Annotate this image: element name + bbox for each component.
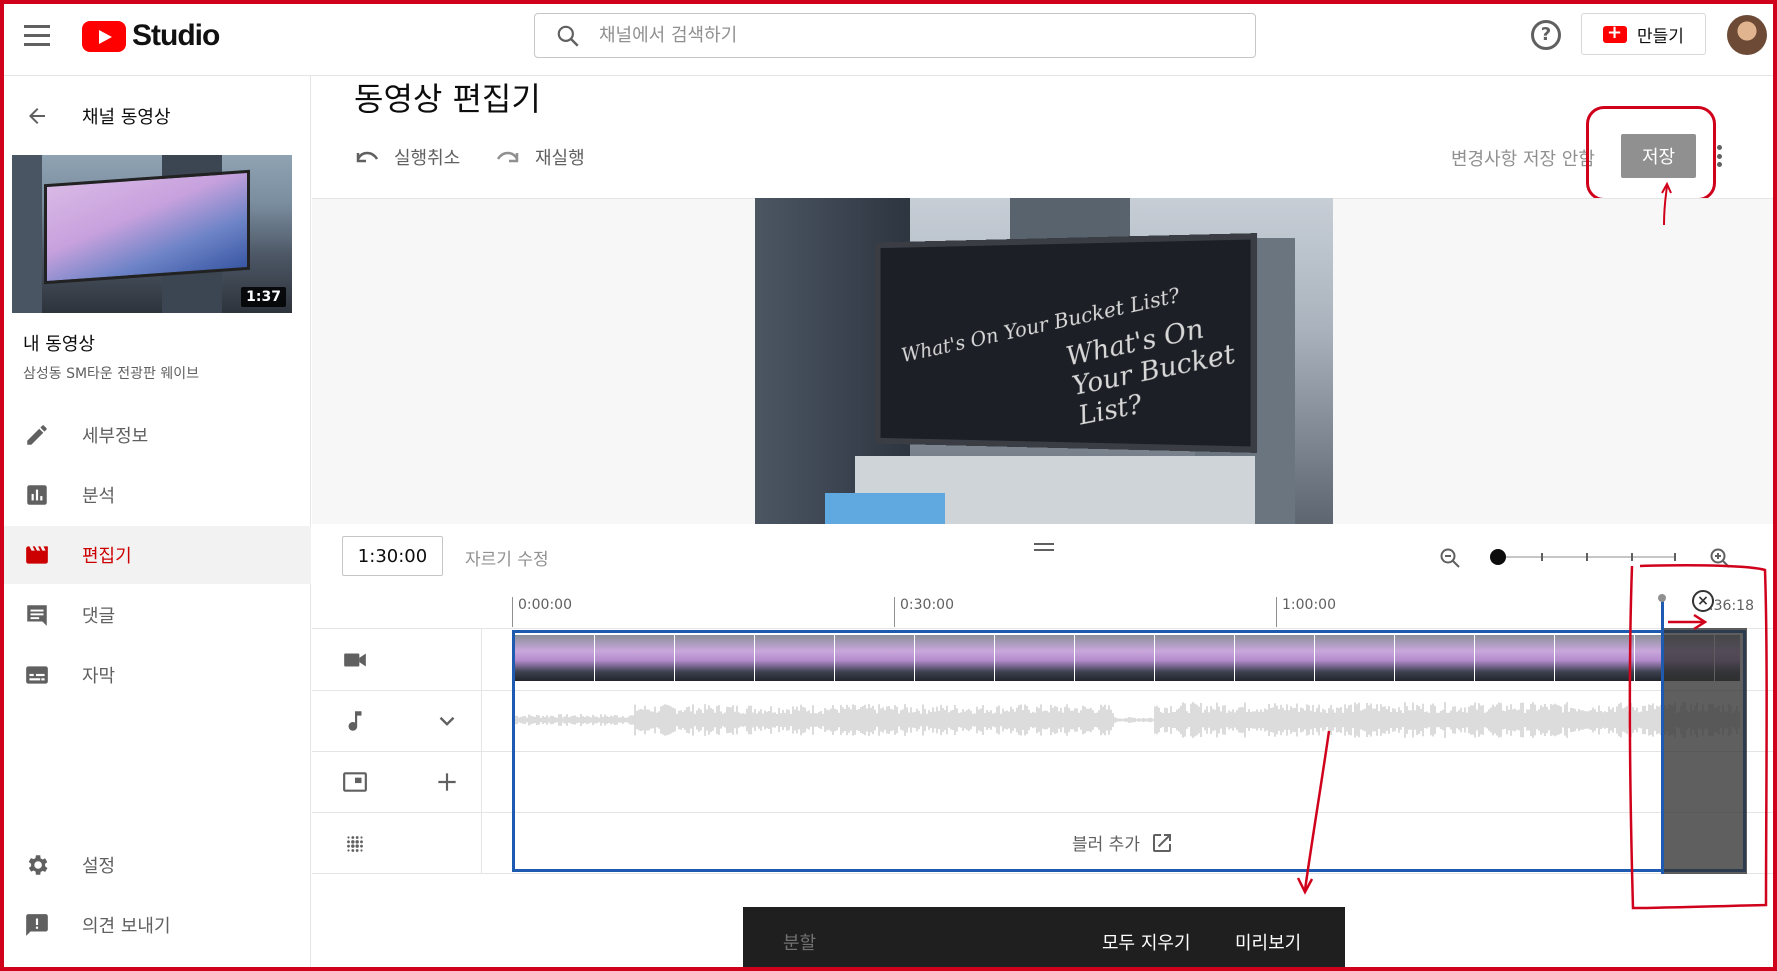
playhead-marker[interactable] [1658, 594, 1666, 602]
end-screen-icon[interactable] [342, 769, 368, 795]
duration-badge: 1:37 [241, 287, 286, 307]
back-label: 채널 동영상 [82, 103, 171, 129]
undo-button[interactable]: 실행취소 [354, 144, 460, 170]
top-bar: Studio ? 만들기 [0, 0, 1777, 76]
search-icon [555, 23, 581, 49]
sidebar-item-label: 편집기 [82, 542, 132, 568]
trimmed-region [1663, 628, 1747, 874]
undo-icon [354, 147, 380, 167]
ruler-mark: 0:30:00 [894, 597, 954, 627]
sidebar-item-details[interactable]: 세부정보 [0, 406, 311, 464]
split-button[interactable]: 분할 [783, 929, 816, 955]
annotation-circle-save [1586, 106, 1716, 201]
sidebar-item-label: 댓글 [82, 602, 115, 628]
clapperboard-icon [24, 542, 50, 568]
video-billboard: What's On Your Bucket List? What's On Yo… [875, 233, 1257, 453]
subtitles-icon [24, 662, 50, 688]
page-title: 동영상 편집기 [354, 74, 541, 120]
video-preview[interactable]: What's On Your Bucket List? What's On Yo… [755, 198, 1333, 524]
sidebar-item-editor[interactable]: 편집기 [0, 526, 311, 584]
create-label: 만들기 [1637, 22, 1684, 47]
sidebar-item-comments[interactable]: 댓글 [0, 586, 311, 644]
zoom-out-icon[interactable] [1438, 546, 1462, 570]
trim-handle-right[interactable] [1661, 600, 1664, 874]
comment-icon [24, 602, 50, 628]
avatar[interactable] [1727, 15, 1767, 55]
help-icon[interactable]: ? [1531, 20, 1561, 50]
music-note-icon[interactable] [342, 708, 368, 734]
sidebar-item-label: 자막 [82, 662, 115, 688]
feedback-icon [24, 912, 50, 938]
my-video-label: 내 동영상 [23, 330, 95, 356]
blur-icon [342, 831, 368, 857]
analytics-icon [24, 482, 50, 508]
sidebar: 채널 동영상 1:37 내 동영상 삼성동 SM타운 전광판 웨이브 세부정보 … [0, 76, 311, 971]
add-icon[interactable] [434, 769, 460, 795]
ruler-mark: 1:00:00 [1276, 597, 1336, 627]
back-to-channel-videos[interactable]: 채널 동영상 [0, 96, 311, 136]
edit-trim-button[interactable]: 자르기 수정 [465, 545, 549, 570]
sidebar-item-settings[interactable]: 설정 [0, 836, 311, 894]
clear-all-button[interactable]: 모두 지우기 [1102, 929, 1191, 955]
undo-label: 실행취소 [394, 144, 460, 170]
video-thumbnail[interactable]: 1:37 [12, 155, 292, 313]
sidebar-item-label: 설정 [82, 852, 115, 878]
preview-button[interactable]: 미리보기 [1235, 929, 1301, 955]
search-box[interactable] [534, 13, 1256, 58]
zoom-in-icon[interactable] [1708, 546, 1732, 570]
trim-selection-box[interactable] [512, 630, 1746, 872]
redo-button[interactable]: 재실행 [495, 144, 585, 170]
video-title: 삼성동 SM타운 전광판 웨이브 [23, 363, 199, 383]
sidebar-item-feedback[interactable]: 의견 보내기 [0, 896, 311, 954]
pencil-icon [24, 422, 50, 448]
timeline-ruler: 0:00:00 0:30:00 1:00:00 [510, 589, 1750, 629]
back-arrow-icon [25, 104, 49, 128]
search-input[interactable] [599, 25, 1199, 46]
timecode-field[interactable]: 1:30:00 [342, 536, 443, 576]
discard-changes-button[interactable]: 변경사항 저장 안함 [1451, 145, 1595, 171]
redo-label: 재실행 [535, 144, 585, 170]
sidebar-item-subtitles[interactable]: 자막 [0, 646, 311, 704]
sidebar-item-label: 세부정보 [82, 422, 148, 448]
resize-handle-icon[interactable] [1034, 543, 1054, 555]
zoom-slider[interactable] [1496, 556, 1676, 558]
create-button[interactable]: 만들기 [1581, 13, 1706, 55]
gear-icon [24, 852, 50, 878]
video-camera-icon [1603, 26, 1627, 43]
video-camera-icon [342, 647, 368, 673]
thumbnail-screen [44, 170, 250, 284]
sidebar-item-label: 분석 [82, 482, 115, 508]
sidebar-item-label: 의견 보내기 [82, 912, 171, 938]
youtube-play-icon [82, 21, 126, 52]
trim-action-bar: 분할 모두 지우기 미리보기 [743, 907, 1345, 971]
menu-icon[interactable] [24, 25, 50, 47]
chevron-down-icon[interactable] [434, 708, 460, 734]
sidebar-item-analytics[interactable]: 분석 [0, 466, 311, 524]
zoom-slider-knob[interactable] [1490, 549, 1506, 565]
ruler-mark: 0:00:00 [512, 597, 572, 627]
logo-text: Studio [132, 19, 219, 53]
more-options-icon[interactable] [1717, 145, 1723, 167]
remove-trim-close-icon[interactable]: × [1692, 590, 1714, 612]
youtube-studio-logo[interactable]: Studio [82, 19, 219, 53]
redo-icon [495, 147, 521, 167]
